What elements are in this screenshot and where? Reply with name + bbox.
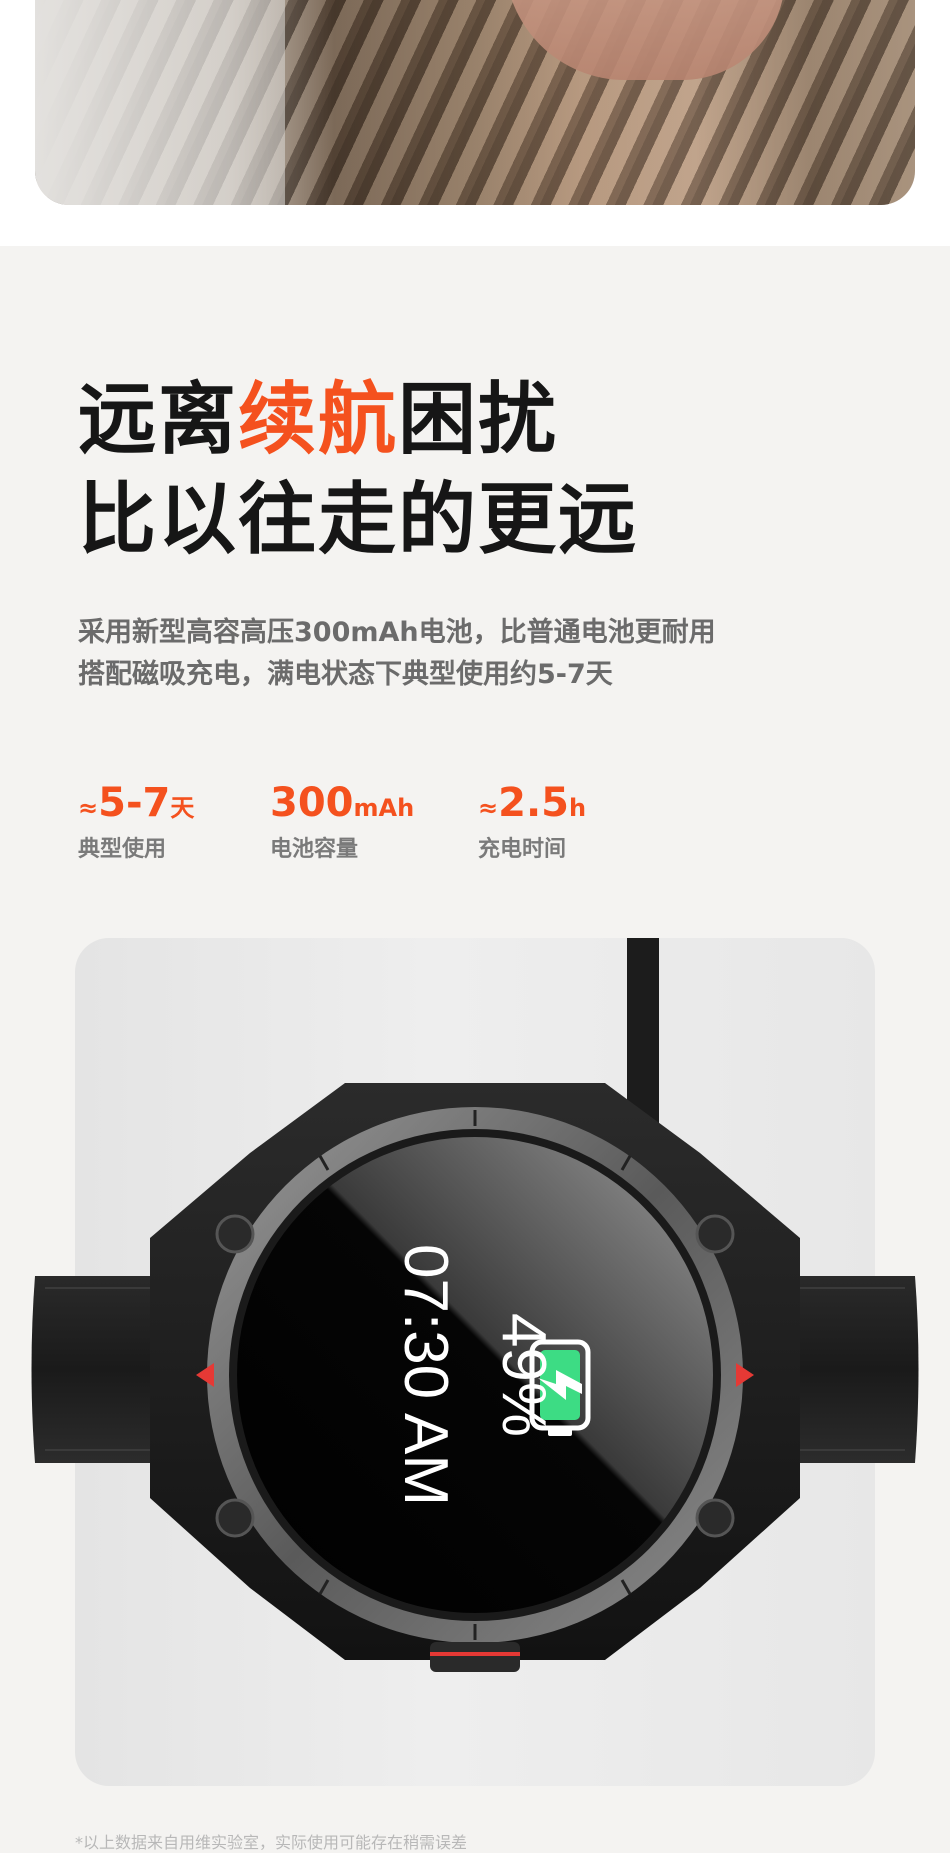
description-line1: 采用新型高容高压300mAh电池，比普通电池更耐用 xyxy=(78,617,716,648)
stat-charge-time-value: ≈2.5h xyxy=(478,780,587,826)
stat-capacity-value: 300mAh xyxy=(270,780,415,826)
stat-capacity-label: 电池容量 xyxy=(270,837,359,862)
stat-capacity: 300mAh 电池容量 xyxy=(270,778,414,865)
crown xyxy=(430,1642,520,1672)
stats-row: ≈5-7天 典型使用 300mAh 电池容量 ≈2.5h 充电时间 xyxy=(78,778,778,868)
product-page: 远离续航困扰 比以往走的更远 采用新型高容高压300mAh电池，比普通电池更耐用… xyxy=(0,0,950,1853)
watch-time: 07:30 AM xyxy=(391,1244,460,1506)
stat-usage: ≈5-7天 典型使用 xyxy=(78,778,194,865)
description-line2: 搭配磁吸充电，满电状态下典型使用约5-7天 xyxy=(78,659,613,690)
description: 采用新型高容高压300mAh电池，比普通电池更耐用 搭配磁吸充电，满电状态下典型… xyxy=(78,612,716,696)
stat-usage-label: 典型使用 xyxy=(78,837,167,862)
photo-hand xyxy=(505,0,785,80)
headline-prefix: 远离 xyxy=(78,375,239,465)
stat-charge-time: ≈2.5h 充电时间 xyxy=(478,778,586,865)
headline-line2: 比以往走的更远 xyxy=(78,475,639,565)
headline-suffix: 困扰 xyxy=(398,375,559,465)
stat-charge-time-label: 充电时间 xyxy=(478,837,567,862)
battery-percent: 49% xyxy=(489,1313,558,1437)
photo-shade xyxy=(35,0,285,205)
headline: 远离续航困扰 比以往走的更远 xyxy=(78,370,638,570)
watch-illustration: 49% 07:30 AM xyxy=(31,938,919,1672)
hero-photo xyxy=(35,0,915,205)
stat-usage-value: ≈5-7天 xyxy=(78,780,195,826)
footnote: *以上数据来自用维实验室，实际使用可能存在稍需误差 xyxy=(75,1833,468,1852)
watch-screen xyxy=(237,1137,713,1613)
headline-accent: 续航 xyxy=(238,375,399,465)
